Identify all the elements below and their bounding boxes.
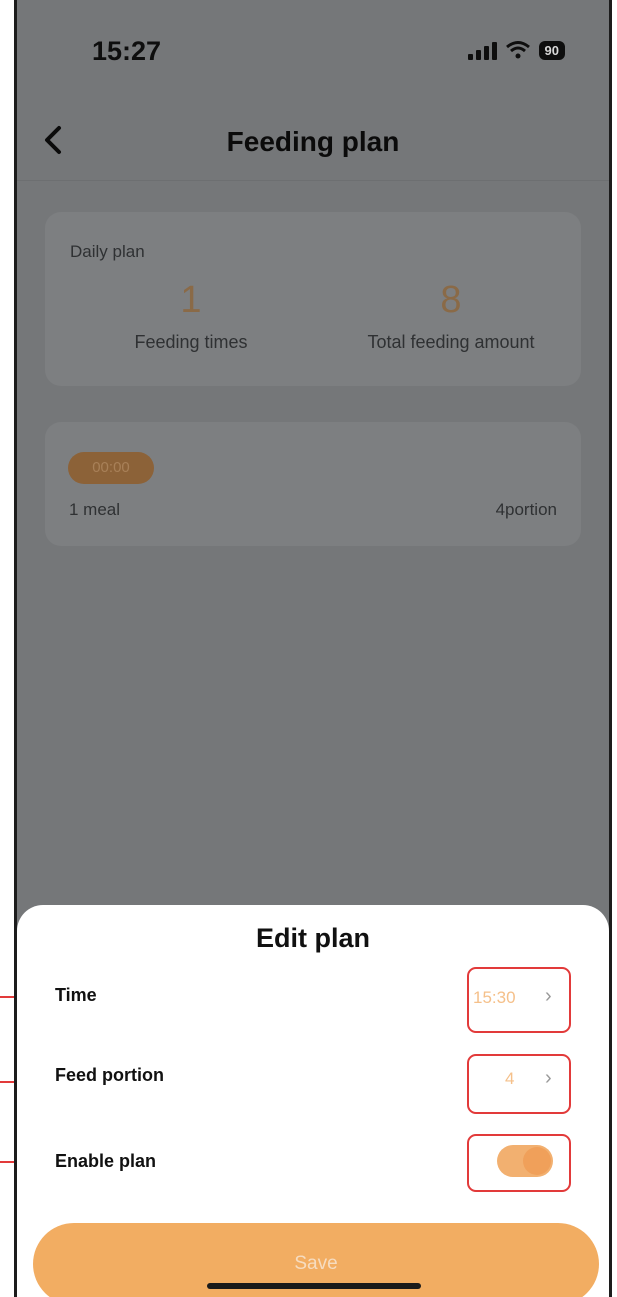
highlight-box-time xyxy=(467,967,571,1033)
edit-plan-sheet: Edit plan Time 15:30 › Feed portion 4 › … xyxy=(17,905,609,1297)
highlight-box-enable xyxy=(467,1134,571,1192)
daily-plan-label: Daily plan xyxy=(70,242,145,261)
total-amount-stat: 8 Total feeding amount xyxy=(335,276,567,353)
time-label: Time xyxy=(55,985,97,1005)
highlight-box-portion xyxy=(467,1054,571,1114)
signal-icon xyxy=(467,40,497,60)
status-time: 15:27 xyxy=(92,36,162,66)
meal-time-badge: 00:00 xyxy=(68,452,154,484)
meal-card[interactable]: 00:00 1 meal 4portion xyxy=(45,422,581,546)
feeding-times-label: Feeding times xyxy=(134,332,248,352)
total-amount-value: 8 xyxy=(440,279,462,321)
wifi-icon xyxy=(505,41,530,59)
home-indicator xyxy=(207,1283,421,1289)
sheet-title: Edit plan xyxy=(256,923,370,953)
total-amount-label: Total feeding amount xyxy=(367,332,535,352)
daily-plan-card: Daily plan 1 Feeding times 8 Total feedi… xyxy=(45,212,581,386)
feeding-times-value: 1 xyxy=(180,279,202,321)
status-bar: 15:27 90 xyxy=(17,0,609,90)
phone-screen: 15:27 90 Feeding plan Daily plan 1 Feedi… xyxy=(14,0,612,1297)
status-icons: 90 xyxy=(467,40,565,60)
meal-portion: 4portion xyxy=(495,500,557,519)
meal-name: 1 meal xyxy=(69,500,121,519)
battery-icon: 90 xyxy=(538,40,565,60)
feeding-times-stat: 1 Feeding times xyxy=(105,276,277,353)
portion-label: Feed portion xyxy=(55,1065,164,1085)
enable-plan-label: Enable plan xyxy=(55,1151,157,1171)
page-title: Feeding plan xyxy=(226,126,400,157)
